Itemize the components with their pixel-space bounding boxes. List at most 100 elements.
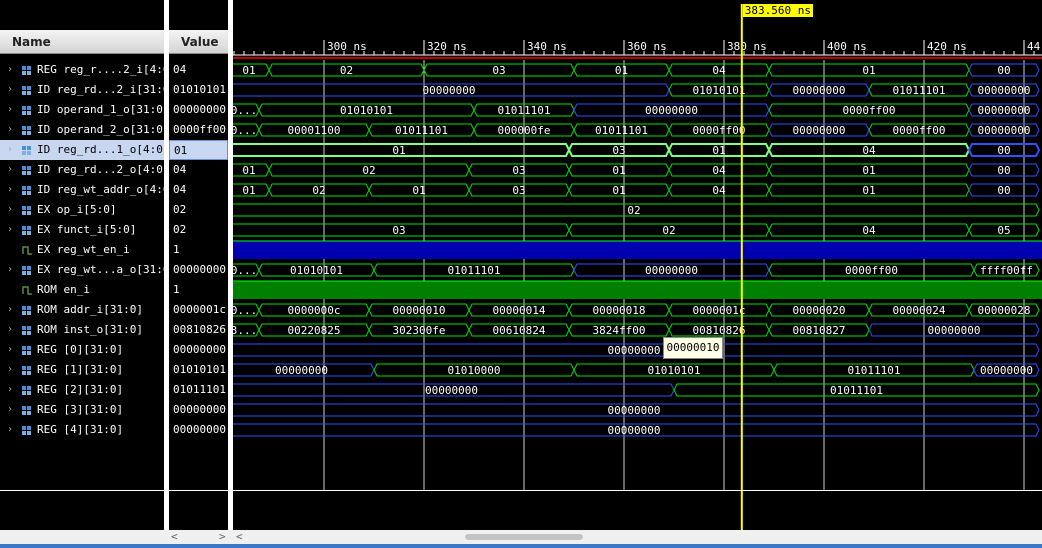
signal-row[interactable]: › ID operand_1_o[31:0] [0, 100, 169, 120]
expand-chevron-icon[interactable]: › [7, 340, 15, 360]
signal-row[interactable]: › ROM inst_o[31:0] [0, 320, 164, 340]
bus-segment-value: 00 [997, 164, 1010, 177]
bus-segment-value: 00610824 [493, 324, 546, 337]
bus-segment-value: 01011101 [448, 264, 501, 277]
expand-chevron-icon[interactable]: › [7, 120, 15, 140]
name-column-header[interactable]: Name [0, 30, 164, 54]
bus-segment-value: 05 [997, 224, 1010, 237]
bus-segment-value: 01 [712, 144, 725, 157]
expand-chevron-icon[interactable]: › [7, 200, 15, 220]
bus-segment-value: 00000000 [645, 264, 698, 277]
expand-chevron-icon[interactable]: › [7, 420, 15, 440]
scroll-right-arrow-icon[interactable]: > [219, 530, 226, 544]
bus-signal-icon [22, 126, 31, 135]
bus-signal-icon [22, 146, 31, 155]
signal-value: 02 [173, 203, 187, 216]
expand-chevron-icon[interactable]: › [7, 360, 15, 380]
bus-segment-value: 0... [233, 104, 257, 117]
bus-segment-value: 302300fe [393, 324, 446, 337]
bus-segment-value: 0... [233, 304, 257, 317]
signal-value-panel: Value 04 01010101 00000000 0000ff00 01 04 04 02… [169, 0, 228, 530]
expand-chevron-icon[interactable]: › [7, 60, 15, 80]
bus-segment-value: 00810827 [793, 324, 846, 337]
expand-chevron-icon[interactable]: › [7, 380, 15, 400]
signal-row[interactable]: › EX funct_i[5:0] [0, 220, 164, 240]
bus-segment-value: 000000fe [498, 124, 551, 137]
bus-segment-value: 00000014 [493, 304, 546, 317]
signal-value: 1 [173, 283, 180, 296]
bus-segment-value: 00000000 [978, 84, 1031, 97]
signal-row[interactable]: › REG [1][31:0] [0, 360, 164, 380]
bus-segment-value: 01011101 [498, 104, 551, 117]
expand-chevron-icon[interactable]: › [7, 300, 15, 320]
bus-segment-value: 0... [233, 264, 257, 277]
signal-label: EX op_i[5:0] [37, 203, 117, 216]
signal-value: 0000001c [173, 303, 226, 316]
signal-row[interactable]: › REG [4][31:0] [0, 420, 164, 440]
bus-segment-value: 00000000 [275, 364, 328, 377]
signal-row[interactable]: › EX op_i[5:0] [0, 200, 164, 220]
bus-segment-value: 00000000 [980, 364, 1033, 377]
scroll-left-arrow-icon[interactable]: < [171, 530, 178, 544]
bus-segment-value: 01 [242, 64, 255, 77]
expand-chevron-icon[interactable]: › [7, 140, 15, 160]
signal-row[interactable]: › ROM addr_i[31:0] [0, 300, 164, 320]
signal-label: ROM en_i [37, 283, 90, 296]
bus-segment-value: 00000000 [608, 424, 661, 437]
signal-row[interactable]: › REG [2][31:0] [0, 380, 164, 400]
bus-segment-value: 0000ff00 [893, 124, 946, 137]
expand-chevron-icon[interactable]: › [7, 180, 15, 200]
bus-segment-value: 01 [862, 184, 875, 197]
ruler-tick-label: 420 ns [927, 40, 967, 53]
signal-row[interactable]: › ID operand_2_o[31:0] [0, 120, 169, 140]
bus-segment-value: 0000ff00 [843, 104, 896, 117]
expand-chevron-icon[interactable]: › [7, 80, 15, 100]
bus-segment-value: 00810826 [693, 324, 746, 337]
bus-segment-value: 00000020 [793, 304, 846, 317]
bus-segment-value: 00001100 [288, 124, 341, 137]
signal-row[interactable]: › ID reg_rd...2_i[31:0] [0, 80, 176, 100]
signal-label: ID operand_2_o[31:0] [37, 123, 170, 136]
signal-row[interactable]: › EX reg_wt...a_o[31:0] [0, 260, 176, 280]
signal-row[interactable]: › ID reg_rd...1_o[4:0] [0, 140, 169, 160]
bus-segment-value: 00000024 [893, 304, 946, 317]
waveform-canvas[interactable]: 300 ns 320 ns 340 ns 360 ns 380 ns 400 ns 420 … [233, 0, 1042, 530]
bus-segment-value: 01 [242, 164, 255, 177]
waveform-svg[interactable]: 300 ns 320 ns 340 ns 360 ns 380 ns 400 ns 420 … [233, 0, 1042, 530]
ruler-tick-label: 340 ns [527, 40, 567, 53]
signal-row[interactable]: EX reg_wt_en_i [0, 240, 164, 260]
expand-chevron-icon[interactable]: › [7, 320, 15, 340]
expand-chevron-icon[interactable]: › [7, 400, 15, 420]
bus-segment-value: 04 [712, 164, 726, 177]
signal-row[interactable]: › REG [3][31:0] [0, 400, 164, 420]
scrollbar-thumb[interactable] [465, 534, 583, 540]
expand-chevron-icon[interactable]: › [7, 220, 15, 240]
bus-segment-value: 3... [233, 324, 257, 337]
signal-label: ID reg_rd...1_o[4:0] [37, 143, 170, 156]
bus-segment-value: 03 [512, 184, 525, 197]
bus-signal-icon [22, 406, 31, 415]
expand-chevron-icon[interactable]: › [7, 160, 15, 180]
bus-segment-value: 01 [612, 184, 625, 197]
expand-chevron-icon[interactable]: › [7, 100, 15, 120]
signal-value: 04 [173, 63, 187, 76]
cursor-time-label[interactable]: 383.560 ns [742, 4, 814, 17]
value-column-header[interactable]: Value [169, 30, 228, 54]
signal-row[interactable]: › REG reg_r....2_i[4:0] [0, 60, 176, 80]
bus-signal-icon [22, 166, 31, 175]
signal-row[interactable]: ROM en_i [0, 280, 164, 300]
wave-scroll-left-arrow-icon[interactable]: < [236, 530, 243, 544]
signal-value: 01010101 [173, 83, 226, 96]
signal-value: 1 [173, 243, 180, 256]
bus-signal-icon [22, 86, 31, 95]
signal-row[interactable]: › ID reg_wt_addr_o[4:0] [0, 180, 176, 200]
bus-signal-icon [22, 326, 31, 335]
signal-row[interactable]: › REG [0][31:0] [0, 340, 164, 360]
horizontal-scrollbar[interactable]: < > < [0, 530, 1042, 544]
signal-row[interactable]: › ID reg_rd...2_o[4:0] [0, 160, 169, 180]
signal-label: ID reg_rd...2_o[4:0] [37, 163, 170, 176]
expand-chevron-icon[interactable]: › [7, 260, 15, 280]
signal-label: EX funct_i[5:0] [37, 223, 137, 236]
signal-value: 04 [173, 183, 187, 196]
bus-segment-value: 01010101 [290, 264, 343, 277]
